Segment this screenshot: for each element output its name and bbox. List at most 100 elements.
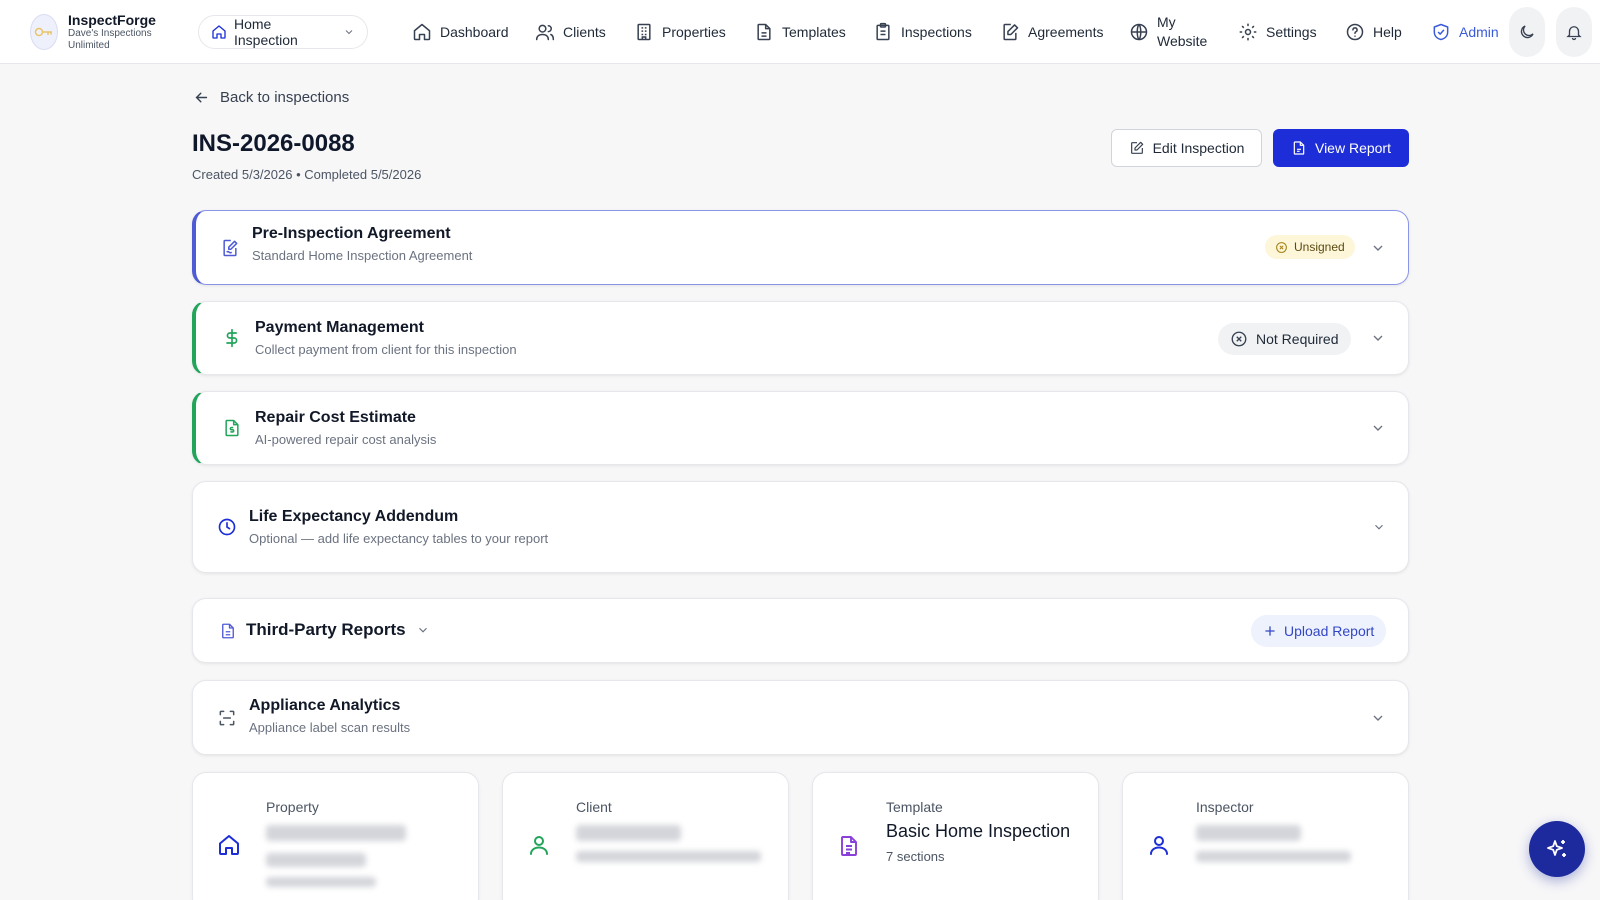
shield-check-icon [1431, 22, 1451, 42]
nav-settings-label: Settings [1266, 24, 1317, 40]
chevron-down-icon[interactable] [1370, 240, 1386, 256]
nav-my-website-label: My Website [1157, 13, 1207, 51]
payment-management-card[interactable]: Payment Management Collect payment from … [192, 301, 1409, 375]
nav-my-website-line1: My [1157, 14, 1176, 30]
pre-inspection-agreement-card[interactable]: Pre-Inspection Agreement Standard Home I… [192, 210, 1409, 285]
brand[interactable]: InspectForge Dave's Inspections Unlimite… [30, 12, 168, 52]
bell-icon [1565, 23, 1583, 41]
appliance-analytics-card[interactable]: Appliance Analytics Appliance label scan… [192, 680, 1409, 755]
signature-doc-icon [220, 238, 240, 258]
inspector-label: Inspector [1196, 799, 1254, 815]
payment-status-badge: Not Required [1218, 323, 1351, 355]
user-icon [527, 833, 551, 857]
property-info-card[interactable]: Property [192, 772, 479, 900]
nav-clients[interactable]: Clients [535, 0, 606, 64]
chevron-down-icon [416, 623, 430, 637]
nav-clients-label: Clients [563, 24, 606, 40]
client-label: Client [576, 799, 612, 815]
nav-help[interactable]: Help [1345, 0, 1402, 64]
nav-inspections[interactable]: Inspections [873, 0, 972, 64]
appliance-title: Appliance Analytics [249, 697, 401, 714]
template-info-card[interactable]: Template Basic Home Inspection 7 section… [812, 772, 1099, 900]
nav-help-label: Help [1373, 24, 1402, 40]
nav-admin-label: Admin [1459, 24, 1499, 40]
workspace-selector[interactable]: Home Inspection [198, 15, 368, 49]
x-circle-icon [1230, 330, 1248, 348]
moon-icon [1518, 23, 1536, 41]
building-icon [634, 22, 654, 42]
globe-icon [1129, 22, 1149, 42]
upload-report-button[interactable]: Upload Report [1251, 615, 1387, 647]
nav-templates-label: Templates [782, 24, 846, 40]
nav-agreements-label: Agreements [1028, 24, 1104, 40]
third-party-reports-card: Third-Party Reports Upload Report [192, 598, 1409, 663]
brand-logo [30, 14, 58, 50]
x-circle-icon [1275, 241, 1288, 254]
document-icon [837, 833, 861, 859]
repair-cost-estimate-card[interactable]: Repair Cost Estimate AI-powered repair c… [192, 391, 1409, 465]
view-report-label: View Report [1314, 140, 1391, 156]
sparkles-icon [1545, 837, 1569, 861]
chevron-down-icon[interactable] [1370, 710, 1386, 726]
notifications-button[interactable] [1556, 7, 1592, 57]
file-text-icon [754, 22, 774, 42]
invoice-dollar-icon [222, 417, 242, 439]
inspection-dates: Created 5/3/2026 • Completed 5/5/2026 [192, 167, 422, 182]
edit-inspection-button[interactable]: Edit Inspection [1111, 129, 1262, 167]
nav-dashboard-label: Dashboard [440, 24, 509, 40]
nav-my-website-line2: Website [1157, 33, 1208, 49]
nav-my-website[interactable]: My Website [1129, 0, 1207, 64]
brand-name: InspectForge [68, 12, 156, 28]
inspector-info-card[interactable]: Inspector [1122, 772, 1409, 900]
redacted-property-address [266, 825, 406, 841]
view-report-button[interactable]: View Report [1273, 129, 1409, 167]
back-link-label: Back to inspections [220, 89, 350, 106]
unsigned-status-badge: Unsigned [1265, 235, 1355, 259]
home-icon [217, 833, 241, 857]
chevron-down-icon[interactable] [1372, 520, 1386, 534]
payment-status-label: Not Required [1256, 331, 1339, 347]
redacted-client-email [576, 851, 761, 862]
template-name: Basic Home Inspection [886, 821, 1071, 841]
chevron-down-icon[interactable] [1370, 420, 1386, 436]
nav-settings[interactable]: Settings [1238, 0, 1317, 64]
template-section-count: 7 sections [886, 849, 945, 864]
ai-assistant-button[interactable] [1529, 821, 1585, 877]
redacted-property-detail [266, 877, 376, 887]
nav-inspections-label: Inspections [901, 24, 972, 40]
nav-agreements[interactable]: Agreements [1000, 0, 1103, 64]
users-icon [535, 22, 555, 42]
unsigned-status-label: Unsigned [1294, 240, 1345, 254]
file-icon [1291, 140, 1307, 156]
redacted-inspector-email [1196, 851, 1351, 862]
nav-admin[interactable]: Admin [1431, 0, 1499, 64]
life-expectancy-addendum-card[interactable]: Life Expectancy Addendum Optional — add … [192, 481, 1409, 573]
redacted-client-name [576, 825, 681, 841]
upload-report-label: Upload Report [1284, 623, 1375, 639]
repair-subtitle: AI-powered repair cost analysis [255, 432, 437, 447]
page-title: INS-2026-0088 [192, 130, 355, 157]
edit-icon [1129, 140, 1145, 156]
life-expectancy-subtitle: Optional — add life expectancy tables to… [249, 531, 549, 546]
back-to-inspections-link[interactable]: Back to inspections [193, 89, 349, 106]
file-text-icon [219, 621, 237, 641]
workspace-selector-label: Home Inspection [234, 16, 298, 48]
nav-templates[interactable]: Templates [754, 0, 846, 64]
nav-dashboard[interactable]: Dashboard [412, 0, 509, 64]
theme-toggle-button[interactable] [1509, 7, 1545, 57]
nav-properties-label: Properties [662, 24, 726, 40]
chevron-down-icon[interactable] [1370, 330, 1386, 346]
nav-properties[interactable]: Properties [634, 0, 726, 64]
third-party-toggle[interactable]: Third-Party Reports [246, 620, 430, 640]
clipboard-icon [873, 22, 893, 42]
third-party-title: Third-Party Reports [246, 620, 406, 639]
edit-inspection-label: Edit Inspection [1152, 140, 1245, 156]
scan-icon [217, 708, 237, 728]
edit-doc-icon [1000, 22, 1020, 42]
arrow-left-icon [193, 89, 210, 106]
redacted-inspector-name [1196, 825, 1301, 841]
help-circle-icon [1345, 22, 1365, 42]
client-info-card[interactable]: Client [502, 772, 789, 900]
payment-title: Payment Management [255, 319, 424, 336]
repair-title: Repair Cost Estimate [255, 409, 416, 426]
